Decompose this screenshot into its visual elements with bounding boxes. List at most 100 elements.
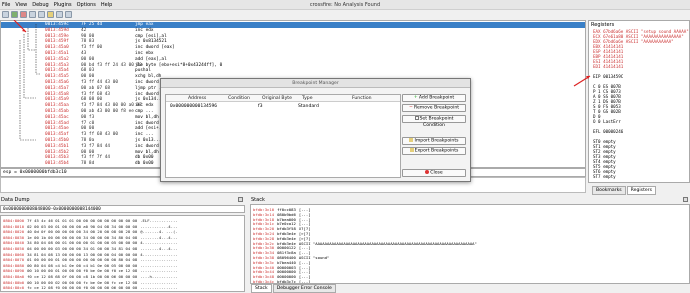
- menu-debug[interactable]: Debug: [32, 2, 48, 8]
- registers-panel[interactable]: Registers EAX 67bd6a6e ASCII "setup soun…: [588, 20, 690, 183]
- dump-hex: fc ce 12 08 f0 00 00 00 f0 00 00 00 06 0…: [27, 285, 138, 291]
- dump-address: 0804:8020: [3, 229, 25, 235]
- jump-line-icon: [27, 28, 36, 51]
- dump-hex: 40 0d 0f 00 00 00 00 00 34 00 20 00 08 0…: [27, 229, 138, 235]
- condition-icon: [414, 116, 419, 120]
- bp-address[interactable]: 0x000000000134596: [170, 103, 217, 110]
- dump-ascii: ................: [140, 268, 178, 274]
- dump-ascii: ................: [140, 262, 178, 268]
- dump-row[interactable]: 0804:80a0 f0 ce 12 08 68 0f 00 00 c8 1b 0…: [3, 274, 178, 279]
- remove-breakpoint-button[interactable]: −Remove Breakpoint: [402, 104, 466, 112]
- register-line[interactable]: ST7 empty: [593, 174, 616, 179]
- dump-ascii: ................: [140, 279, 178, 285]
- menu-view[interactable]: View: [15, 2, 27, 8]
- dump-row[interactable]: 0804:8050 04 00 00 00 03 00 00 00 34 01 0…: [3, 246, 178, 251]
- export-breakpoints-button[interactable]: Export Breakpoints: [402, 147, 466, 155]
- col-type[interactable]: Type: [302, 95, 313, 102]
- toolbar: [0, 10, 690, 19]
- set-condition-label: Set Breakpoint Condition: [419, 116, 454, 128]
- run-icon[interactable]: [11, 11, 18, 18]
- dump-hex: 34 81 04 08 13 00 00 00 13 00 00 00 04 0…: [27, 251, 138, 257]
- dump-address: 0804:80b0: [3, 279, 25, 285]
- jump-line-icon: [23, 34, 36, 99]
- dump-ascii: ........4...4...: [140, 246, 178, 251]
- col-condition[interactable]: Condition: [228, 95, 250, 102]
- open-icon[interactable]: [2, 11, 9, 18]
- breakpoint-table[interactable]: Address Condition Original Byte Type Fun…: [165, 94, 401, 178]
- red-arrow-head-icon: [22, 29, 26, 32]
- dump-hex: 1e 00 1b 00 06 00 00 00 34 00 00 00 34 8…: [27, 234, 138, 240]
- dump-header: Data Dump: [0, 197, 245, 204]
- title-bar: crossfire: No Analysis Found File View D…: [0, 0, 690, 10]
- register-line[interactable]: EFL 00000246: [593, 129, 623, 134]
- dump-address: 0804:8060: [3, 251, 25, 257]
- dump-ascii: ................: [140, 285, 178, 291]
- stack-title: Stack: [251, 197, 265, 203]
- menu-plugins[interactable]: Plugins: [54, 2, 72, 8]
- menu-options[interactable]: Options: [77, 2, 96, 8]
- import-icon: [409, 138, 414, 142]
- dump-address: 0804:8090: [3, 268, 25, 274]
- dump-ascii: ....h...........: [140, 274, 178, 279]
- dump-hex: 00 10 00 00 02 00 00 00 fc be 0e 00 fc c…: [27, 279, 138, 285]
- stack-view[interactable]: bfdb:3c10 ff0cc083 [...] bfdb:3c14 080b9bd6[…: [250, 204, 690, 284]
- menu-help[interactable]: Help: [101, 2, 112, 8]
- set-condition-button[interactable]: Set Breakpoint Condition: [402, 115, 466, 128]
- eip-arrow: [573, 75, 591, 87]
- plus-icon: +: [413, 95, 418, 100]
- dump-range-tab[interactable]: 0x0000000008048000-0x0000000008144000: [0, 205, 245, 213]
- tab-bookmarks[interactable]: Bookmarks: [592, 186, 626, 195]
- dump-row[interactable]: 0804:80c0 fc ce 12 08 f0 00 00 00 f0 00 0…: [3, 285, 178, 290]
- dump-address: 0804:80a0: [3, 274, 25, 279]
- bp-original-byte: f3: [258, 104, 263, 109]
- stop-icon[interactable]: [20, 11, 27, 18]
- step-into-icon[interactable]: [29, 11, 36, 18]
- close-button[interactable]: Close: [402, 169, 466, 177]
- dump-row[interactable]: 0804:8040 34 80 04 08 00 01 00 00 00 01 0…: [3, 240, 178, 245]
- menu-bar: File View Debug Plugins Options Help: [0, 0, 112, 9]
- col-function[interactable]: Function: [352, 95, 372, 102]
- import-breakpoints-button[interactable]: Import Breakpoints: [402, 137, 466, 145]
- dump-row[interactable]: 0804:8010 02 00 03 00 01 00 00 00 a0 90 0…: [3, 224, 178, 229]
- dump-row[interactable]: 0804:8070 01 00 00 00 01 00 00 00 00 00 0…: [3, 257, 178, 262]
- dump-row[interactable]: 0804:8030 1e 00 1b 00 06 00 00 00 34 00 0…: [3, 235, 178, 240]
- import-label: Import Breakpoints: [414, 138, 459, 144]
- col-original-byte[interactable]: Original Byte: [262, 95, 292, 102]
- dump-hex: f0 ce 12 08 68 0f 00 00 c8 1b 00 00 06 0…: [27, 274, 138, 279]
- options-icon[interactable]: [65, 11, 72, 18]
- dump-row[interactable]: 0804:8000 7f 45 4c 46 01 01 01 00 00 00 0…: [3, 218, 178, 223]
- stack-close-icon[interactable]: [683, 197, 688, 202]
- dump-ascii: 4...............: [140, 251, 178, 257]
- dump-address: 0804:8070: [3, 257, 25, 263]
- col-address[interactable]: Address: [188, 95, 206, 102]
- add-breakpoint-button[interactable]: +Add Breakpoint: [402, 94, 466, 102]
- register-line[interactable]: O 0 LastErr: [593, 119, 621, 124]
- pause-icon[interactable]: [47, 11, 54, 18]
- dump-hex: 34 80 04 08 00 01 00 00 00 01 00 00 05 0…: [27, 240, 138, 246]
- dump-hex: 01 00 00 00 01 00 00 00 00 00 00 00 00 8…: [27, 257, 138, 263]
- register-line[interactable]: EIP 0013459C: [593, 74, 623, 79]
- close-icon: [425, 170, 430, 174]
- dump-row[interactable]: 0804:80b0 00 10 00 00 02 00 00 00 fc be 0…: [3, 280, 178, 285]
- dump-hex: 00 10 00 00 01 00 00 00 f0 be 0e 00 f0 c…: [27, 268, 138, 274]
- dump-row[interactable]: 0804:8060 34 81 04 08 13 00 00 00 13 00 0…: [3, 252, 178, 257]
- dump-ascii: .ELF............: [140, 218, 178, 223]
- menu-file[interactable]: File: [2, 2, 10, 8]
- tab-registers[interactable]: Registers: [626, 186, 656, 195]
- dump-row[interactable]: 0804:8020 40 0d 0f 00 00 00 00 00 34 00 2…: [3, 229, 178, 234]
- dump-ascii: ................: [140, 257, 178, 263]
- minus-icon: −: [409, 105, 413, 110]
- dump-row[interactable]: 0804:8090 00 10 00 00 01 00 00 00 f0 be 0…: [3, 268, 178, 273]
- dump-hex: 02 00 03 00 01 00 00 00 a0 90 04 08 34 0…: [27, 223, 138, 229]
- step-over-icon[interactable]: [38, 11, 45, 18]
- dump-hex: 7f 45 4c 46 01 01 01 00 00 00 00 00 00 0…: [27, 218, 138, 223]
- restart-icon[interactable]: [56, 11, 63, 18]
- dump-row[interactable]: 0804:8080 00 80 04 08 c4 b1 0e 00 c4 b1 0…: [3, 263, 178, 268]
- jump-line-icon: [35, 24, 40, 75]
- dump-close-icon[interactable]: [238, 197, 243, 202]
- dump-view[interactable]: 0804:8000 7f 45 4c 46 01 01 01 00 00 00 0…: [0, 215, 245, 292]
- dialog-title: Breakpoint Manager: [161, 79, 470, 88]
- dump-address: 0804:8030: [3, 234, 25, 240]
- register-line[interactable]: EDI 41414141: [593, 64, 623, 69]
- remove-breakpoint-label: Remove Breakpoint: [413, 105, 460, 111]
